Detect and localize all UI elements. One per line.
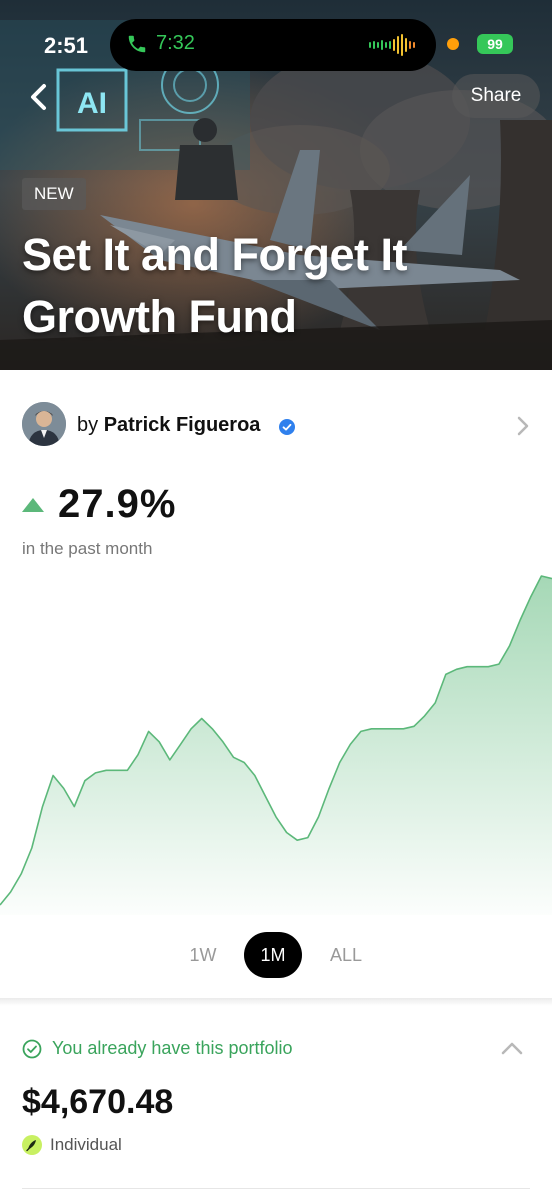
feather-icon — [26, 1140, 36, 1152]
check-circle-icon — [22, 1039, 42, 1059]
hero-image-ai-text: AI — [77, 87, 107, 120]
status-time: 2:51 — [44, 33, 89, 58]
waveform-icon — [369, 34, 415, 56]
performance-period: in the past month — [22, 539, 153, 558]
phone-icon — [128, 35, 146, 53]
chart-area-fill — [0, 576, 552, 915]
chevron-up-icon[interactable] — [500, 1040, 524, 1056]
account-icon — [22, 1135, 42, 1155]
author-name[interactable]: Patrick Figueroa — [104, 414, 261, 436]
range-tab-1m[interactable]: 1M — [244, 932, 302, 978]
author-row[interactable]: by Patrick Figueroa — [0, 402, 552, 450]
holding-balance: $4,670.48 — [22, 1083, 174, 1121]
section-divider — [0, 998, 552, 1006]
dynamic-island[interactable]: 7:32 — [110, 19, 436, 71]
bottom-divider — [22, 1188, 530, 1189]
owned-portfolio-notice: You already have this portfolio — [52, 1038, 293, 1058]
range-tab-all[interactable]: ALL — [316, 932, 376, 978]
verified-badge-icon — [279, 419, 295, 435]
performance-chart[interactable] — [0, 570, 552, 915]
page-title: Set It and Forget It Growth Fund — [22, 229, 408, 342]
account-type: Individual — [50, 1135, 122, 1154]
author-byline: by Patrick Figueroa — [77, 414, 260, 437]
battery-indicator: 99 — [477, 34, 513, 54]
chevron-right-icon[interactable] — [514, 415, 532, 437]
avatar — [22, 402, 66, 446]
avatar-image — [22, 402, 66, 446]
range-tab-1w[interactable]: 1W — [174, 932, 232, 978]
share-button[interactable]: Share — [452, 74, 540, 118]
triangle-up-icon — [22, 498, 44, 512]
hero-banner: AI 2:51 7:32 99 Share NEW Set It and For… — [0, 0, 552, 370]
call-duration: 7:32 — [156, 32, 195, 54]
author-prefix: by — [77, 414, 99, 436]
recording-indicator — [447, 38, 459, 50]
performance-change: 27.9% — [58, 482, 177, 526]
back-chevron-icon[interactable] — [22, 80, 56, 114]
new-badge: NEW — [22, 178, 86, 210]
range-tabs: 1W 1M ALL — [0, 932, 552, 978]
